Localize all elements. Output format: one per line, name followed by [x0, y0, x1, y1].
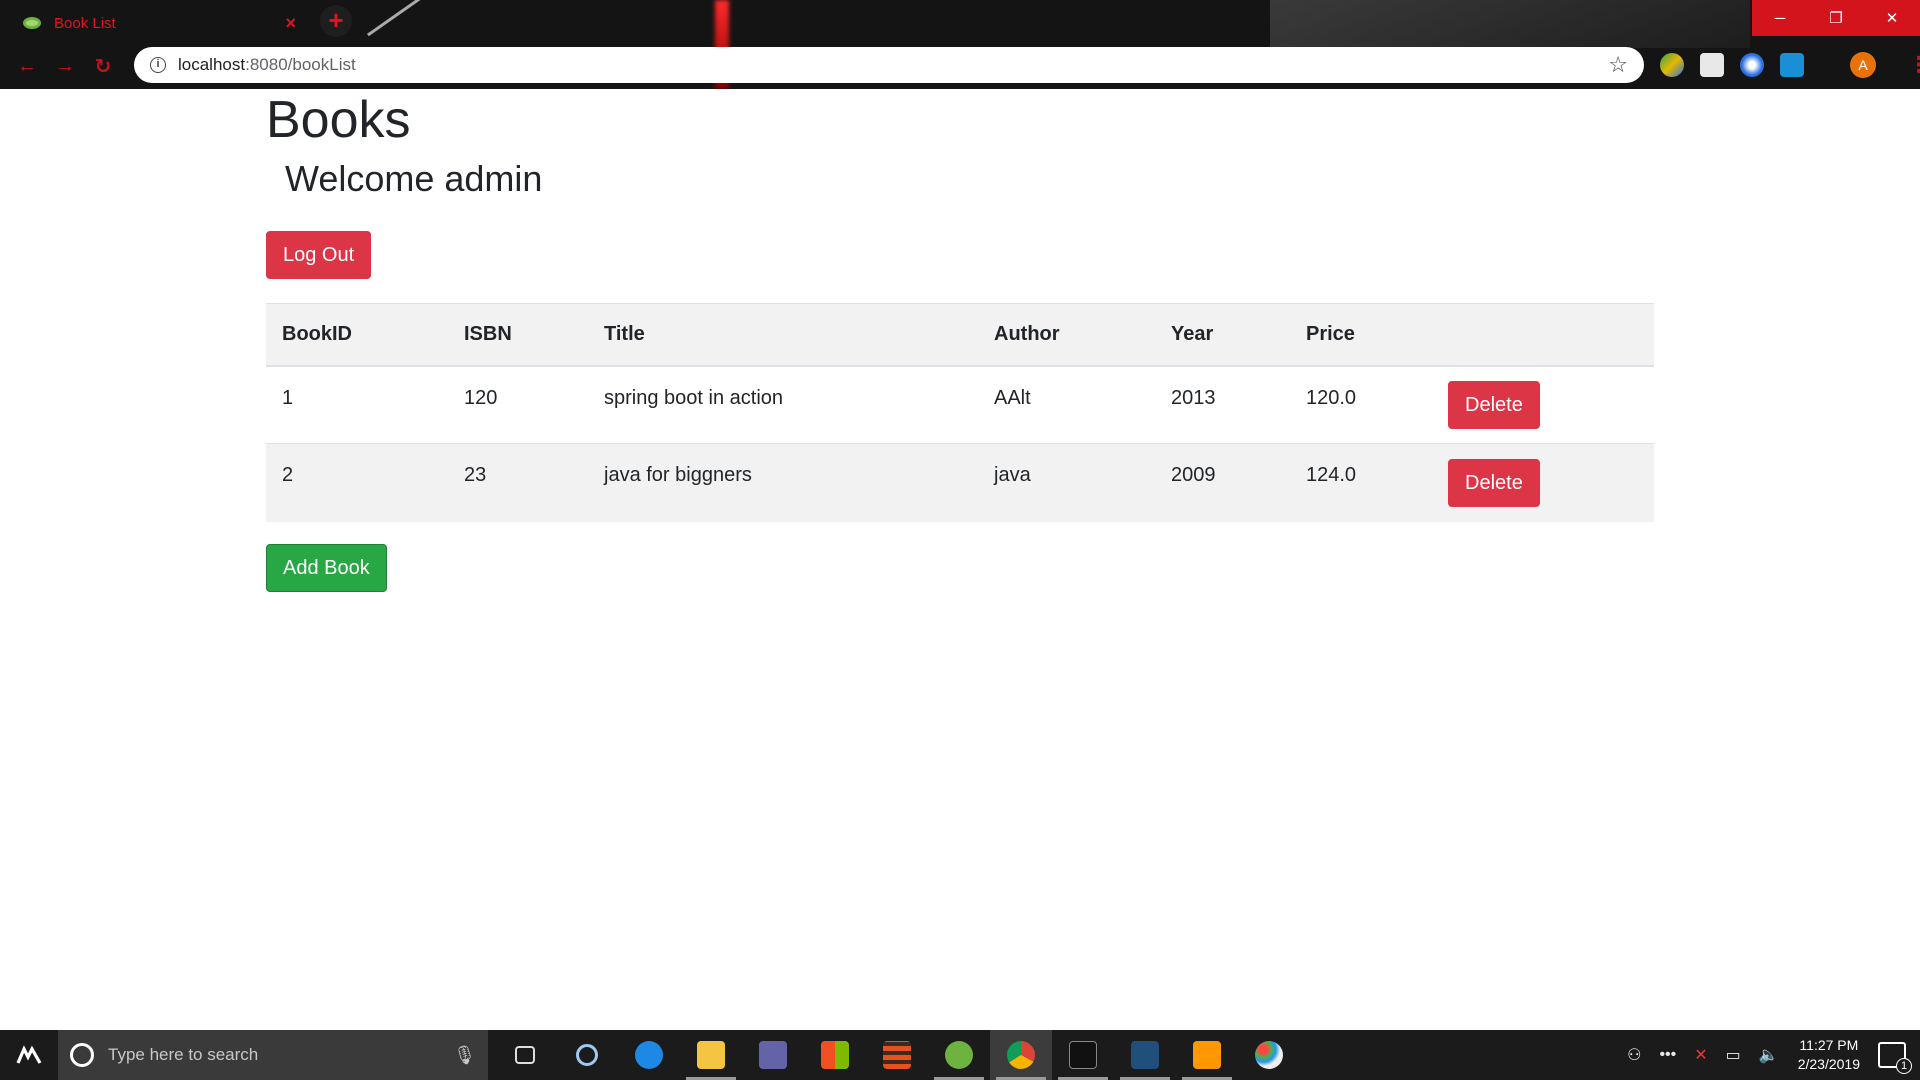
table-row: 1 120 spring boot in action AAlt 2013 12… — [266, 365, 1654, 444]
browser-toolbar: ← → ↻ i localhost:8080/bookList ☆ A ⋮ — [0, 44, 1920, 89]
cell-bookid: 2 — [266, 443, 448, 522]
profile-avatar[interactable]: A — [1850, 52, 1876, 78]
cell-author: AAlt — [978, 365, 1155, 444]
add-book-button[interactable]: Add Book — [266, 543, 387, 592]
clock[interactable]: 11:27 PM 2/23/2019 — [1798, 1036, 1860, 1074]
tab-close-icon[interactable]: × — [285, 13, 296, 34]
browser-chrome: Book List × + ─ ❐ ✕ ← → ↻ i localhost:80… — [0, 0, 1920, 89]
close-window-button[interactable]: ✕ — [1864, 0, 1920, 36]
paint-icon[interactable] — [1238, 1030, 1300, 1080]
cell-price: 120.0 — [1290, 365, 1432, 444]
people-icon[interactable]: ⚇ — [1627, 1045, 1641, 1065]
taskbar-search-box[interactable]: Type here to search 🎙 — [58, 1030, 488, 1080]
network-error-icon[interactable]: ✕ — [1694, 1045, 1707, 1065]
tab-book-list[interactable]: Book List × — [8, 4, 310, 42]
start-logo-icon — [16, 1045, 42, 1064]
welcome-message: Welcome admin — [285, 158, 543, 199]
reload-icon[interactable]: ↻ — [84, 48, 122, 86]
notification-center-icon[interactable]: 1 — [1878, 1042, 1912, 1074]
spring-tool-icon[interactable] — [928, 1030, 990, 1080]
cell-actions: Delete — [1432, 443, 1654, 522]
volume-icon[interactable]: 🔈 — [1759, 1045, 1779, 1065]
edge-icon[interactable] — [618, 1030, 680, 1080]
column-header-year: Year — [1155, 303, 1290, 367]
battery-icon[interactable]: ▭ — [1726, 1045, 1741, 1065]
column-header-bookid: BookID — [266, 303, 448, 367]
start-button[interactable] — [0, 1030, 58, 1080]
bookmark-star-icon[interactable]: ☆ — [1608, 52, 1628, 78]
cell-actions: Delete — [1432, 365, 1654, 444]
tab-title: Book List — [54, 14, 116, 32]
cell-title: java for biggners — [588, 443, 978, 522]
cell-price: 124.0 — [1290, 443, 1432, 522]
page-title: Books — [266, 91, 411, 149]
column-header-title: Title — [588, 303, 978, 367]
cell-isbn: 120 — [448, 365, 588, 444]
delete-button[interactable]: Delete — [1448, 458, 1540, 507]
wallpaper-panel — [1270, 0, 1750, 48]
windows-taskbar: Type here to search 🎙 ⚇ ••• ✕ ▭ 🔈 11:27 … — [0, 1030, 1920, 1080]
site-info-icon[interactable]: i — [150, 57, 166, 73]
chrome-icon[interactable] — [990, 1030, 1052, 1080]
column-header-price: Price — [1290, 303, 1432, 367]
browser-menu-icon[interactable]: ⋮ — [1908, 52, 1920, 78]
search-app-icon[interactable] — [556, 1030, 618, 1080]
spring-leaf-icon — [23, 17, 41, 29]
extension-globe-icon[interactable] — [1660, 53, 1684, 77]
forward-icon[interactable]: → — [46, 48, 84, 86]
new-tab-button[interactable]: + — [320, 5, 352, 37]
books-table: BookID ISBN Title Author Year Price 1 12… — [266, 303, 1654, 522]
cell-bookid: 1 — [266, 365, 448, 444]
column-header-isbn: ISBN — [448, 303, 588, 367]
minimize-button[interactable]: ─ — [1752, 0, 1808, 36]
system-tray: ⚇ ••• ✕ ▭ 🔈 11:27 PM 2/23/2019 1 — [1618, 1030, 1920, 1080]
cell-isbn: 23 — [448, 443, 588, 522]
file-explorer-icon[interactable] — [680, 1030, 742, 1080]
table-row: 2 23 java for biggners java 2009 124.0 D… — [266, 443, 1654, 522]
url-text[interactable]: localhost:8080/bookList — [178, 55, 1608, 75]
clock-date: 2/23/2019 — [1797, 1056, 1860, 1072]
teams-icon[interactable] — [742, 1030, 804, 1080]
wallpaper-streak — [366, 0, 427, 37]
delete-button[interactable]: Delete — [1448, 380, 1540, 429]
extension-browser-icon[interactable] — [1740, 53, 1764, 77]
window-controls: ─ ❐ ✕ — [1752, 0, 1920, 36]
taskbar-apps — [494, 1030, 1300, 1080]
sublime-merge-icon[interactable] — [866, 1030, 928, 1080]
extension-cursor-icon[interactable] — [1780, 53, 1804, 77]
more-tray-icon[interactable]: ••• — [1659, 1046, 1676, 1064]
logout-button[interactable]: Log Out — [266, 231, 372, 279]
cell-year: 2013 — [1155, 365, 1290, 444]
page-content: Books Welcome admin Log Out BookID ISBN … — [266, 89, 1654, 592]
extension-cube-icon[interactable] — [1700, 53, 1724, 77]
column-header-author: Author — [978, 303, 1155, 367]
cell-year: 2009 — [1155, 443, 1290, 522]
table-header-row: BookID ISBN Title Author Year Price — [266, 303, 1654, 367]
extensions-area: A ⋮ — [1660, 47, 1920, 83]
back-icon[interactable]: ← — [8, 48, 46, 86]
mysql-icon[interactable] — [1052, 1030, 1114, 1080]
sublime-text-icon[interactable] — [1176, 1030, 1238, 1080]
cortana-icon[interactable] — [70, 1043, 94, 1067]
notification-count: 1 — [1896, 1058, 1912, 1074]
microphone-icon[interactable]: 🎙 — [453, 1045, 476, 1066]
store-icon[interactable] — [804, 1030, 866, 1080]
cell-author: java — [978, 443, 1155, 522]
search-placeholder: Type here to search — [108, 1045, 259, 1064]
column-header-actions — [1432, 303, 1654, 367]
cell-title: spring boot in action — [588, 365, 978, 444]
restore-button[interactable]: ❐ — [1808, 0, 1864, 36]
mysql-workbench-icon[interactable] — [1114, 1030, 1176, 1080]
task-view-icon[interactable] — [494, 1030, 556, 1080]
address-bar[interactable]: i localhost:8080/bookList ☆ — [134, 47, 1644, 83]
clock-time: 11:27 PM — [1799, 1037, 1859, 1053]
